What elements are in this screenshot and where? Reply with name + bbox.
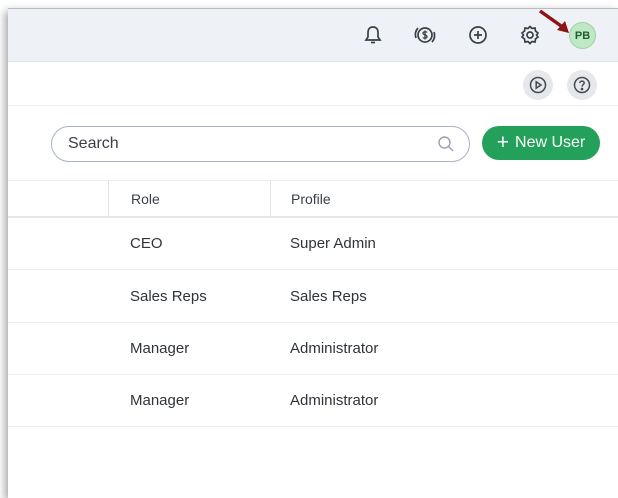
cell-role: Manager	[130, 339, 190, 357]
plus-icon: +	[496, 130, 510, 154]
avatar-initials: PB	[574, 29, 591, 42]
new-user-label: New User	[515, 134, 586, 151]
help-icon	[573, 76, 591, 94]
search-input[interactable]: Search	[51, 126, 470, 162]
top-navigation-bar: PB	[8, 9, 618, 62]
cell-role: Sales Reps	[130, 287, 207, 305]
new-user-button[interactable]: + New User	[482, 126, 600, 160]
play-button[interactable]	[523, 70, 553, 100]
table-row[interactable]: CEO Super Admin	[8, 217, 618, 270]
play-icon	[529, 76, 547, 94]
table-row[interactable]: Sales Reps Sales Reps	[8, 270, 618, 323]
column-header-role[interactable]: Role	[131, 181, 160, 216]
cell-profile: Super Admin	[290, 234, 376, 252]
column-header-profile[interactable]: Profile	[291, 181, 331, 216]
app-window: PB Search + New User Role Profile CEO Su…	[8, 8, 618, 498]
help-button[interactable]	[567, 70, 597, 100]
user-avatar[interactable]: PB	[569, 22, 596, 49]
cell-profile: Administrator	[290, 339, 379, 357]
cell-profile: Sales Reps	[290, 287, 367, 305]
cell-profile: Administrator	[290, 391, 379, 409]
search-icon[interactable]	[437, 135, 455, 153]
search-placeholder: Search	[68, 135, 119, 152]
cell-role: Manager	[130, 391, 190, 409]
bell-icon[interactable]	[360, 22, 386, 48]
table-row[interactable]: Manager Administrator	[8, 374, 618, 427]
coin-sync-icon[interactable]	[412, 22, 438, 48]
table-row[interactable]: Manager Administrator	[8, 322, 618, 375]
table-header: Role Profile	[8, 180, 618, 218]
add-circle-icon[interactable]	[465, 22, 491, 48]
cell-role: CEO	[130, 234, 163, 252]
column-divider	[270, 181, 271, 216]
pointer-arrow-icon	[538, 9, 569, 33]
column-divider	[108, 181, 109, 216]
